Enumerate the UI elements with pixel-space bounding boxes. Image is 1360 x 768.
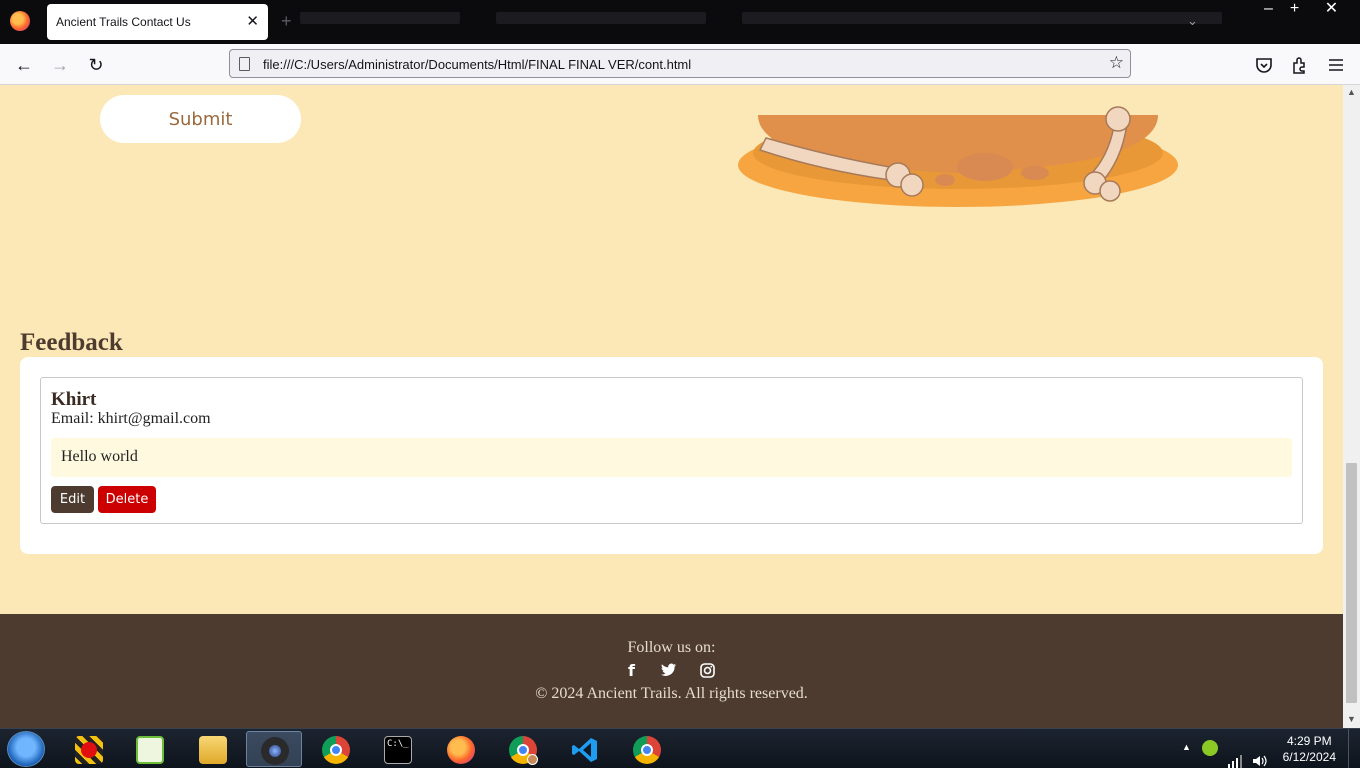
url-text[interactable]: file:///C:/Users/Administrator/Documents… [263, 57, 691, 72]
bookmark-star-icon[interactable]: ☆ [1109, 53, 1124, 73]
scrollbar-thumb[interactable] [1346, 463, 1357, 703]
feedback-name: Khirt [51, 389, 97, 410]
feedback-email: Email: khirt@gmail.com [51, 410, 211, 427]
taskbar-recorder[interactable] [61, 731, 117, 767]
folder-icon [199, 736, 227, 764]
start-button[interactable] [7, 731, 45, 767]
delete-button[interactable]: Delete [98, 486, 156, 513]
taskbar-file-explorer[interactable] [185, 731, 241, 767]
instagram-icon[interactable] [700, 663, 715, 678]
taskbar-chrome-2[interactable] [619, 731, 675, 767]
feedback-message: Hello world [51, 438, 1292, 477]
back-icon[interactable]: ← [12, 53, 36, 77]
forward-icon[interactable]: → [48, 53, 72, 77]
browser-tab-bar: Ancient Trails Contact Us ✕ + ⌄ – + ✕ [0, 0, 1360, 44]
submit-button[interactable]: Submit [100, 95, 301, 143]
new-tab-icon[interactable]: + [281, 11, 292, 32]
facebook-icon[interactable]: f [628, 661, 635, 680]
fossil-bones-illustration [690, 85, 1240, 235]
background-tab[interactable] [496, 12, 706, 24]
address-bar[interactable]: file:///C:/Users/Administrator/Documents… [229, 49, 1131, 78]
system-clock[interactable]: 4:29 PM 6/12/2024 [1283, 733, 1336, 765]
menu-icon[interactable] [1326, 55, 1346, 75]
feedback-heading: Feedback [20, 329, 123, 356]
scroll-down-icon[interactable]: ▼ [1347, 714, 1356, 724]
tab-close-icon[interactable]: ✕ [246, 12, 259, 30]
recorder-icon [75, 736, 103, 764]
extensions-icon[interactable] [1290, 55, 1310, 75]
reload-icon[interactable]: ↻ [84, 53, 108, 77]
terminal-icon: C:\_ [384, 736, 412, 764]
clock-date: 6/12/2024 [1282, 750, 1336, 764]
show-desktop-button[interactable] [1348, 729, 1360, 768]
twitter-icon[interactable] [661, 663, 677, 677]
windows-taskbar: C:\_ ▲ 4:29 PM 6/12/2024 [0, 728, 1360, 768]
clock-time: 4:29 PM [1286, 734, 1332, 748]
notepad-icon [136, 736, 164, 764]
chrome-profile-icon [509, 736, 538, 765]
firefox-icon [447, 736, 475, 764]
scroll-up-icon[interactable]: ▲ [1347, 87, 1356, 97]
volume-icon[interactable] [1251, 741, 1267, 768]
page-scrollbar[interactable]: ▲ ▼ [1343, 85, 1360, 728]
taskbar-command-prompt[interactable]: C:\_ [370, 731, 426, 767]
taskbar-chrome-profile[interactable] [495, 731, 551, 767]
list-all-tabs-icon[interactable]: ⌄ [1187, 13, 1198, 29]
chrome-icon [633, 736, 661, 764]
social-links: f [0, 661, 1343, 681]
taskbar-vscode[interactable] [557, 731, 613, 767]
tray-overflow-icon[interactable]: ▲ [1182, 742, 1191, 768]
taskbar-chrome[interactable] [308, 731, 364, 767]
navigation-toolbar: ← → ↻ file:///C:/Users/Administrator/Doc… [0, 44, 1360, 85]
firefox-icon[interactable] [10, 11, 30, 31]
site-footer: Follow us on: f © 2024 Ancient Trails. A… [0, 614, 1343, 728]
maximize-icon[interactable]: + [1277, 0, 1312, 18]
taskbar-firefox[interactable] [433, 731, 489, 767]
feedback-panel: Khirt Email: khirt@gmail.com Hello world… [20, 357, 1323, 554]
chrome-icon [322, 736, 350, 764]
tray-app-icon[interactable] [1202, 740, 1218, 756]
tab-title: Ancient Trails Contact Us [56, 15, 191, 29]
page-viewport: Submit Feedback Khirt Email: khirt@gmail… [0, 85, 1343, 728]
window-close-icon[interactable]: ✕ [1314, 0, 1349, 18]
follow-us-text: Follow us on: [627, 639, 716, 656]
taskbar-camera[interactable] [246, 731, 302, 767]
background-tab[interactable] [300, 12, 460, 24]
taskbar-notepad[interactable] [122, 731, 178, 767]
edit-button[interactable]: Edit [51, 486, 94, 513]
network-icon[interactable] [1227, 741, 1243, 768]
pocket-icon[interactable] [1254, 55, 1274, 75]
camera-icon [261, 737, 289, 765]
copyright-text: © 2024 Ancient Trails. All rights reserv… [535, 685, 808, 702]
feedback-card: Khirt Email: khirt@gmail.com Hello world… [40, 377, 1303, 524]
vscode-icon [572, 738, 597, 762]
background-tab[interactable] [742, 12, 1222, 24]
page-icon [239, 57, 250, 71]
tab-active[interactable]: Ancient Trails Contact Us ✕ [47, 4, 268, 40]
